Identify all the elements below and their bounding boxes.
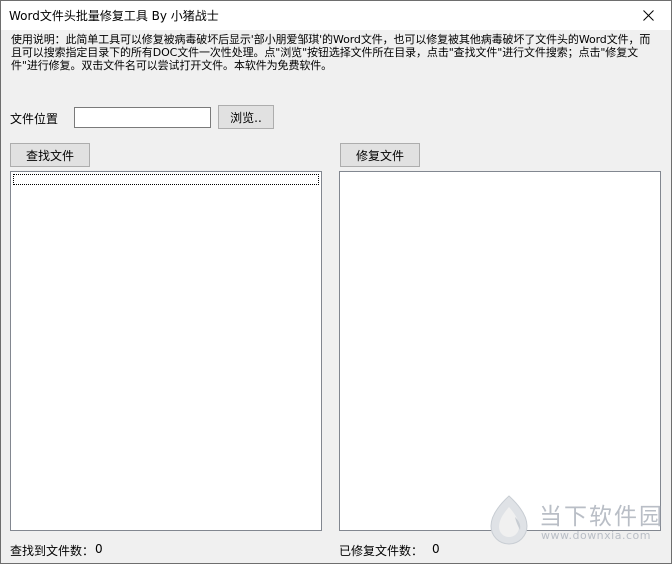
close-icon bbox=[642, 10, 654, 21]
find-files-label: 查找文件 bbox=[25, 148, 74, 163]
found-count-value: 0 bbox=[95, 542, 103, 556]
file-location-label: 文件位置 bbox=[10, 112, 59, 126]
repaired-count-label: 已修复文件数： bbox=[339, 544, 424, 558]
title-bar: Word文件头批量修复工具 By 小猪战士 bbox=[1, 1, 671, 30]
watermark: 当下软件园 www.downxia.com bbox=[485, 493, 665, 549]
app-window: Word文件头批量修复工具 By 小猪战士 使用说明：此简单工具可以修复被病毒破… bbox=[0, 0, 672, 564]
list-focus-row[interactable] bbox=[13, 174, 319, 185]
repair-files-button[interactable]: 修复文件 bbox=[340, 143, 420, 167]
found-files-list[interactable] bbox=[10, 171, 322, 531]
repaired-count-value: 0 bbox=[432, 542, 440, 556]
found-count-label: 查找到文件数： bbox=[10, 544, 95, 558]
usage-description: 使用说明：此简单工具可以修复被病毒破坏后显示'部小朋爱邹琪'的Word文件，也可… bbox=[11, 33, 651, 72]
browse-button-label: 浏览.. bbox=[230, 110, 262, 125]
repaired-files-list[interactable] bbox=[339, 171, 661, 531]
find-files-button[interactable]: 查找文件 bbox=[10, 143, 90, 167]
watermark-url: www.downxia.com bbox=[541, 529, 651, 542]
downxia-logo-icon bbox=[490, 495, 528, 545]
browse-button[interactable]: 浏览.. bbox=[218, 105, 274, 129]
window-title: Word文件头批量修复工具 By 小猪战士 bbox=[9, 9, 219, 23]
repair-files-label: 修复文件 bbox=[355, 148, 404, 163]
watermark-title: 当下软件园 bbox=[539, 504, 664, 530]
close-button[interactable] bbox=[625, 1, 671, 30]
file-location-input[interactable] bbox=[74, 107, 211, 128]
